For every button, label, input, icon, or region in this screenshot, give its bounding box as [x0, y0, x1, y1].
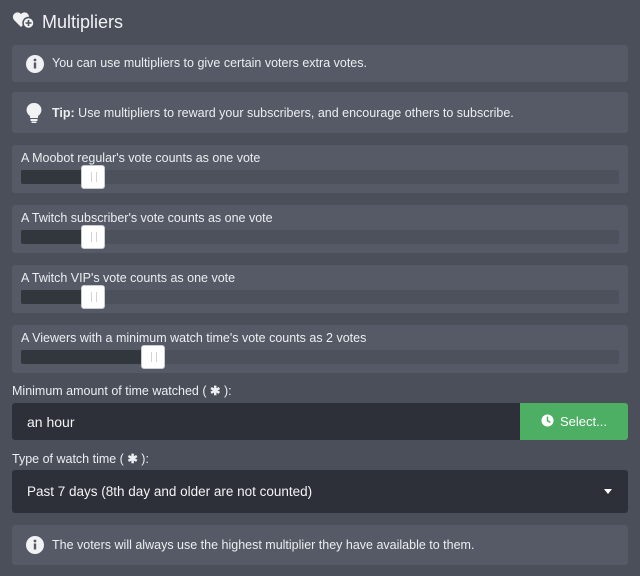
slider-label: A Viewers with a minimum watch time's vo…: [21, 331, 367, 345]
tip-label: Tip:: [52, 106, 75, 120]
select-button-label: Select...: [560, 414, 607, 429]
lightbulb-icon: [26, 102, 42, 129]
slider-handle[interactable]: [81, 165, 105, 189]
slider-track[interactable]: [21, 165, 619, 189]
watch-time-label: Minimum amount of time watched ( ✱ ):: [12, 383, 232, 398]
multiplier-watch-time: A Viewers with a minimum watch time's vo…: [12, 325, 628, 373]
info-icon: [25, 54, 45, 79]
info-text: You can use multipliers to give certain …: [52, 56, 367, 70]
multiplier-vip: A Twitch VIP's vote counts as one vote: [12, 265, 628, 313]
page-title: Multipliers: [42, 11, 124, 32]
page-header: Multipliers: [12, 10, 123, 34]
info-message: You can use multipliers to give certain …: [12, 45, 628, 82]
slider-handle[interactable]: [81, 225, 105, 249]
watch-type-label: Type of watch time ( ✱ ):: [12, 451, 149, 466]
watch-type-value: Past 7 days (8th day and older are not c…: [27, 484, 313, 499]
watch-time-input[interactable]: an hour: [12, 403, 520, 440]
clock-icon: [541, 413, 554, 430]
slider-handle[interactable]: [81, 285, 105, 309]
slider-label: A Twitch subscriber's vote counts as one…: [21, 211, 273, 225]
slider-label: A Twitch VIP's vote counts as one vote: [21, 271, 236, 285]
slider-handle[interactable]: [141, 345, 165, 369]
info-icon: [25, 535, 45, 560]
slider-track[interactable]: [21, 345, 619, 369]
label-end: ):: [220, 384, 232, 398]
hearts-plus-icon: [12, 10, 36, 35]
info-text: The voters will always use the highest m…: [52, 538, 475, 552]
slider-track[interactable]: [21, 225, 619, 249]
multiplier-subscriber: A Twitch subscriber's vote counts as one…: [12, 205, 628, 253]
watch-type-select[interactable]: Past 7 days (8th day and older are not c…: [12, 470, 628, 513]
slider-label: A Moobot regular's vote counts as one vo…: [21, 151, 261, 165]
slider-fill: [21, 170, 81, 184]
slider-fill: [21, 290, 81, 304]
tip-body: Use multipliers to reward your subscribe…: [74, 106, 514, 120]
slider-track[interactable]: [21, 285, 619, 309]
tip-message: Tip: Use multipliers to reward your subs…: [12, 92, 628, 133]
select-time-button[interactable]: Select...: [520, 403, 628, 440]
required-star: ✱: [210, 384, 221, 398]
required-star: ✱: [127, 452, 138, 466]
tip-text: Tip: Use multipliers to reward your subs…: [52, 106, 514, 120]
label-end: ):: [137, 452, 149, 466]
slider-fill: [21, 350, 141, 364]
label-text: Minimum amount of time watched (: [12, 384, 210, 398]
caret-down-icon: [604, 489, 612, 494]
info-message-bottom: The voters will always use the highest m…: [12, 525, 628, 565]
label-text: Type of watch time (: [12, 452, 128, 466]
slider-fill: [21, 230, 81, 244]
multiplier-regular: A Moobot regular's vote counts as one vo…: [12, 145, 628, 193]
